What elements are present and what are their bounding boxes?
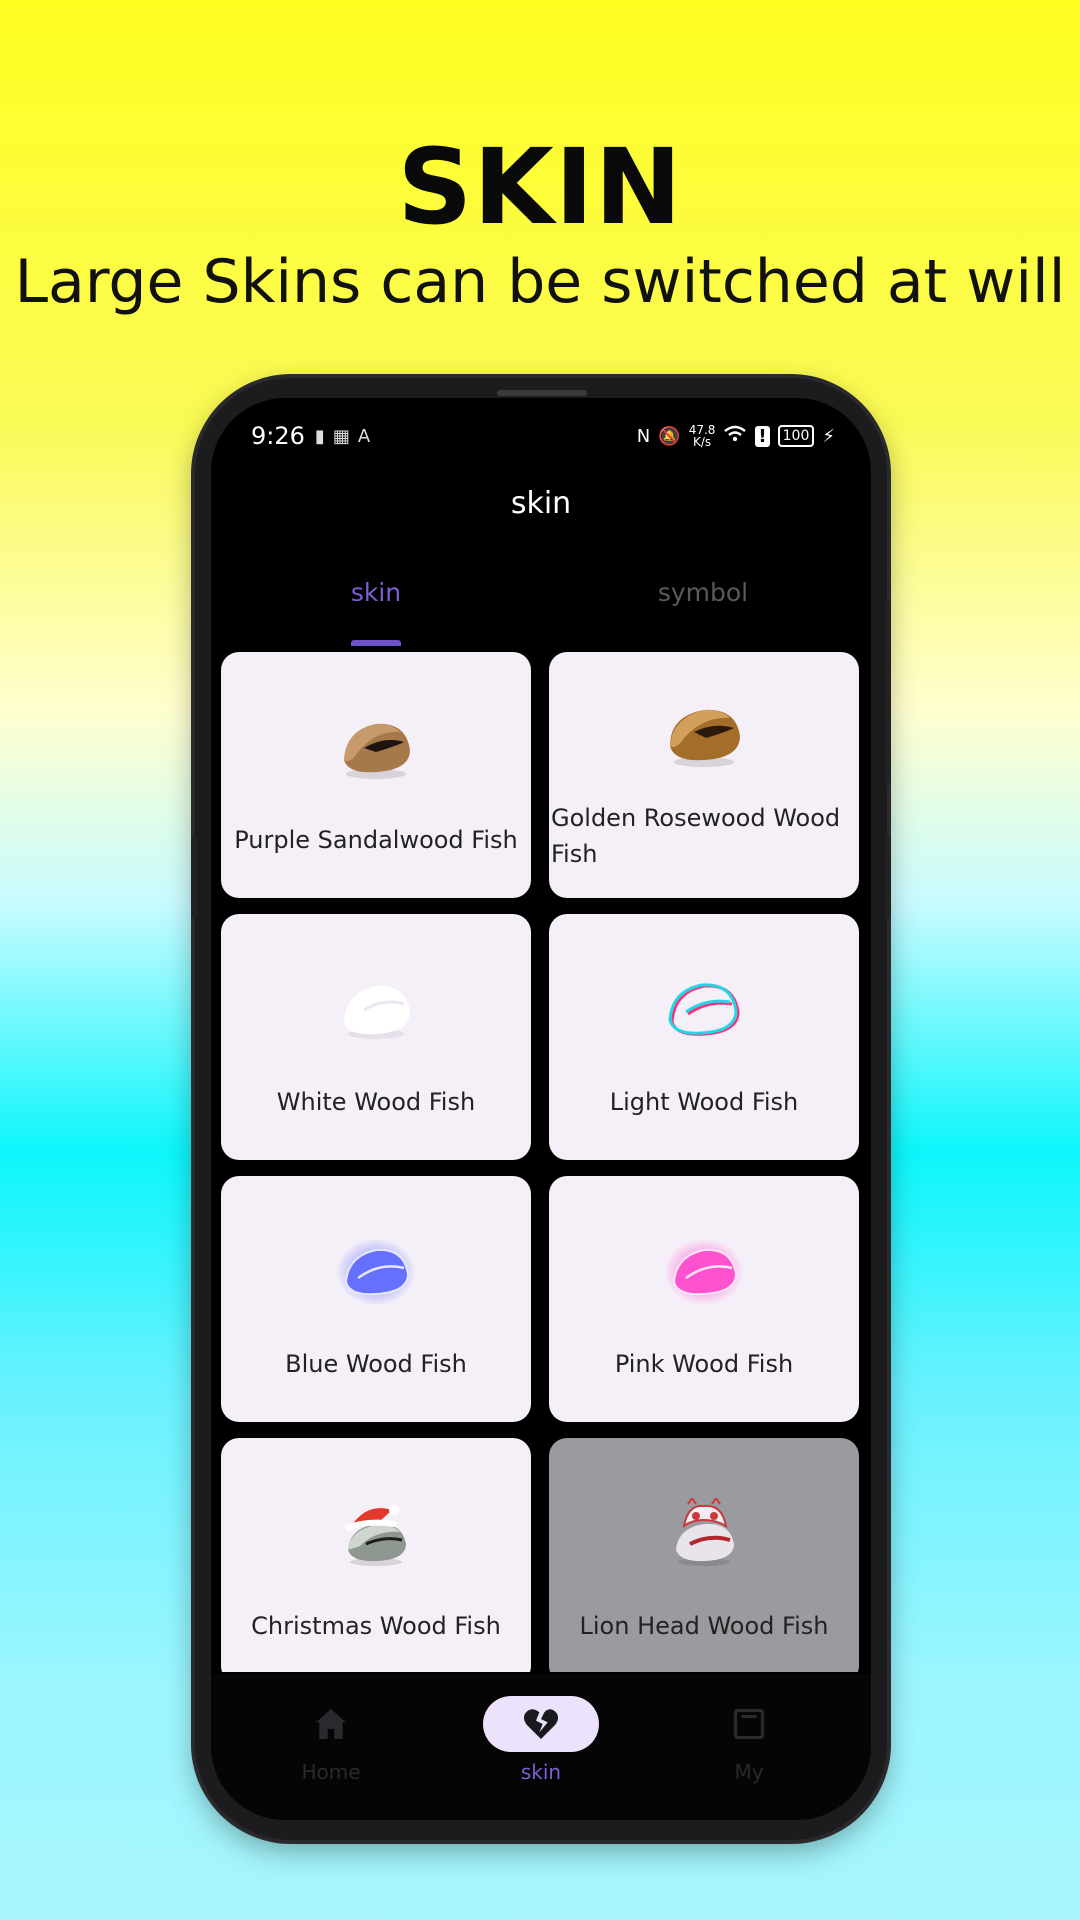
mute-icon: 🔕 <box>658 425 681 447</box>
tab-symbol[interactable]: symbol <box>603 578 803 607</box>
skin-card-label: Blue Wood Fish <box>285 1350 467 1378</box>
golden-wood-fish-icon <box>670 709 740 767</box>
skin-card-label: Light Wood Fish <box>609 1088 799 1116</box>
lion-head-wood-fish-icon <box>676 1498 734 1566</box>
promo-subtitle: Large Skins can be switched at will <box>14 247 1066 317</box>
network-speed: 47.8 K/s <box>689 424 716 448</box>
phone-screen: 9:26 ▮ ▦ A N 🔕 47.8 K/s ! 100 ⚡ skin ski… <box>211 398 871 1820</box>
skin-card-purple-sandalwood[interactable]: Purple Sandalwood Fish <box>221 652 531 898</box>
skin-card-label: Golden Rosewood Wood Fish <box>551 804 841 868</box>
nav-item-my[interactable]: My <box>669 1696 829 1784</box>
battery-indicator: 100 <box>777 425 815 447</box>
battery-saver-icon: ▮ <box>314 425 325 447</box>
broken-heart-icon <box>523 1709 559 1739</box>
skin-card-label: Pink Wood Fish <box>614 1350 794 1378</box>
light-wood-fish-icon <box>668 983 740 1036</box>
phone-speaker <box>497 390 587 396</box>
font-icon: A <box>357 425 371 447</box>
side-button <box>885 600 891 785</box>
nav-item-skin[interactable]: skin <box>461 1696 621 1784</box>
skin-card-lion-head-wood[interactable]: Lion Head Wood Fish <box>549 1438 859 1672</box>
skin-card-pink-wood[interactable]: Pink Wood Fish <box>549 1176 859 1422</box>
active-tab-indicator <box>351 640 401 646</box>
skin-card-christmas-wood[interactable]: Christmas Wood Fish <box>221 1438 531 1672</box>
nfc-icon: N <box>636 425 651 447</box>
pink-wood-fish-icon <box>664 1238 744 1306</box>
skin-card-light-wood[interactable]: Light Wood Fish <box>549 914 859 1160</box>
nav-label-skin: skin <box>520 1760 562 1784</box>
home-icon <box>316 1709 346 1739</box>
skin-card-label: Christmas Wood Fish <box>251 1612 501 1640</box>
skin-card-label: Purple Sandalwood Fish <box>234 826 518 854</box>
active-nav-pill <box>483 1696 599 1752</box>
skin-grid: Purple Sandalwood Fish Golden Rosewood W… <box>221 652 861 1672</box>
speed-unit: K/s <box>692 435 712 449</box>
tab-bar: skin symbol <box>211 578 871 628</box>
status-bar: 9:26 ▮ ▦ A N 🔕 47.8 K/s ! 100 ⚡ <box>251 418 835 454</box>
brown-wood-fish-icon <box>344 723 410 779</box>
nav-label-my: My <box>734 1760 764 1784</box>
christmas-wood-fish-icon <box>345 1505 406 1566</box>
promo-title: SKIN <box>397 126 683 248</box>
blue-wood-fish-icon <box>336 1238 416 1306</box>
wifi-icon <box>723 424 747 449</box>
skin-card-blue-wood[interactable]: Blue Wood Fish <box>221 1176 531 1422</box>
nav-item-home[interactable]: Home <box>251 1696 411 1784</box>
skin-card-label: Lion Head Wood Fish <box>579 1612 829 1640</box>
power-button <box>885 836 891 918</box>
screen-title: skin <box>510 486 572 521</box>
bottom-nav: Home skin My <box>211 1674 871 1820</box>
status-time: 9:26 <box>251 422 305 450</box>
charging-icon: ⚡ <box>822 425 835 447</box>
white-wood-fish-icon <box>344 985 410 1039</box>
skin-card-label: White Wood Fish <box>276 1088 476 1116</box>
nav-label-home: Home <box>301 1760 361 1784</box>
volume-button <box>191 836 197 918</box>
alert-icon: ! <box>755 425 770 447</box>
grid-icon: ▦ <box>332 425 350 447</box>
skin-card-golden-rosewood[interactable]: Golden Rosewood Wood Fish <box>549 652 859 898</box>
skin-card-white-wood[interactable]: White Wood Fish <box>221 914 531 1160</box>
window-icon <box>733 1708 765 1740</box>
tab-skin[interactable]: skin <box>276 578 476 607</box>
